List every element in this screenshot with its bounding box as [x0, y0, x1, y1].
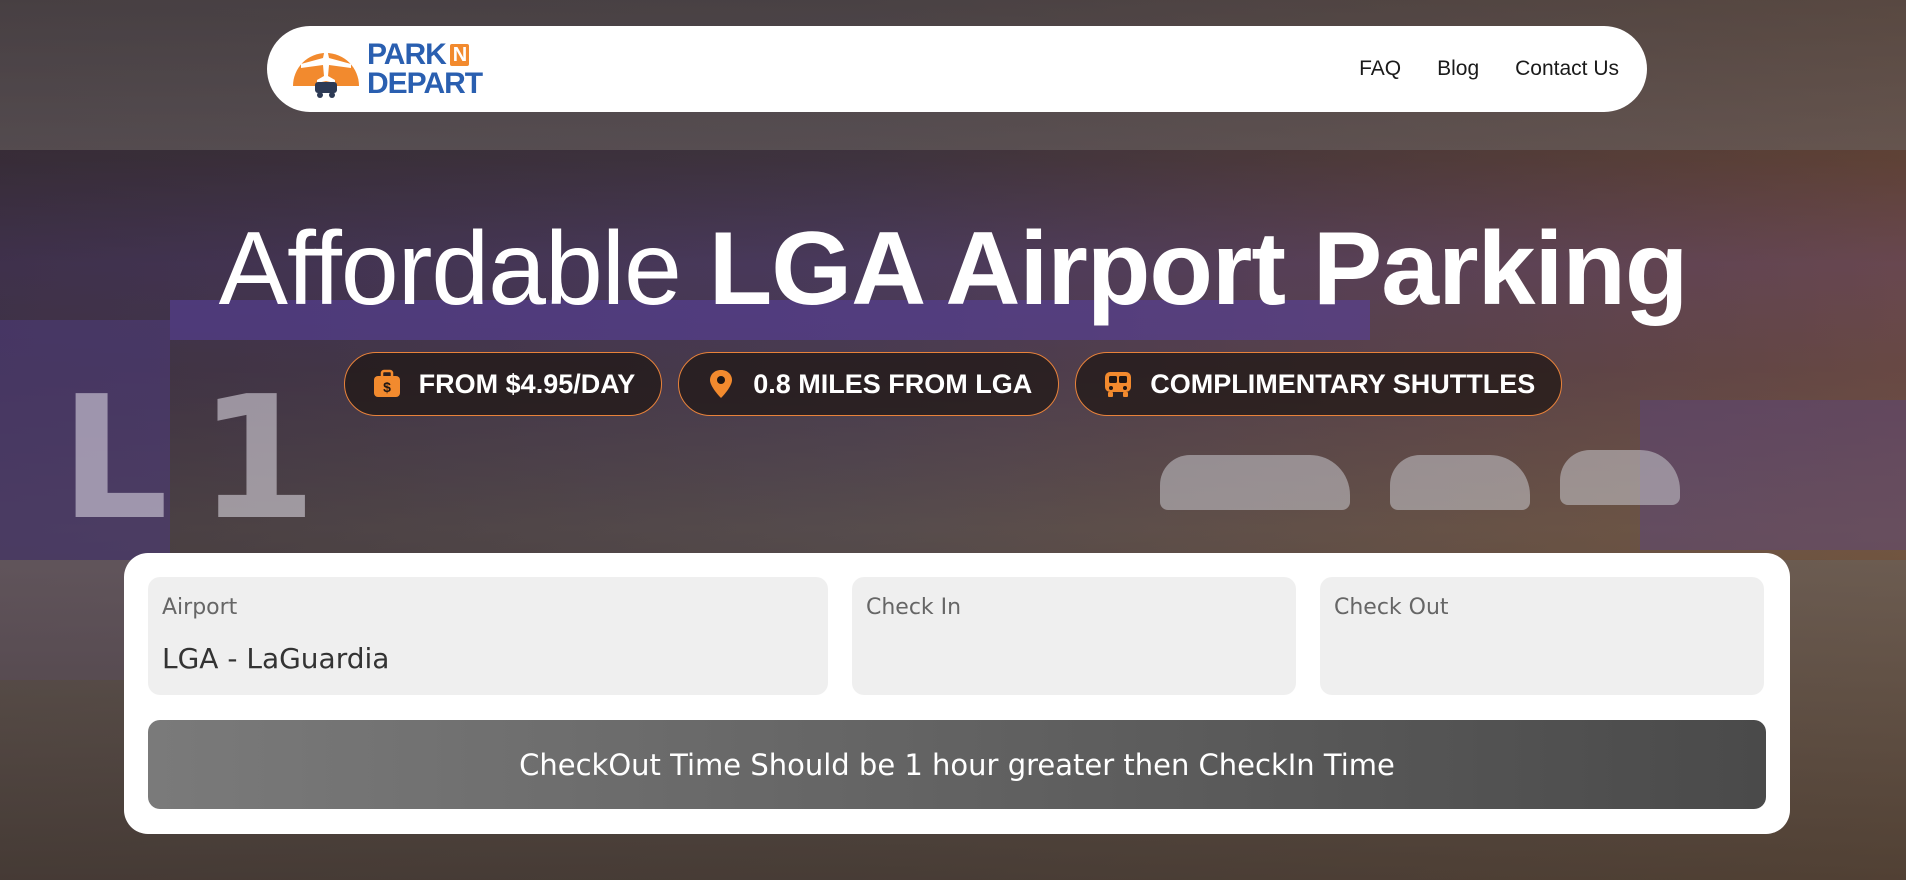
background-purple-wall-right — [1640, 400, 1906, 550]
feature-pills: $ FROM $4.95/DAY 0.8 MILES FROM LGA COMP… — [0, 352, 1906, 416]
feature-pill-distance: 0.8 MILES FROM LGA — [678, 352, 1060, 416]
checkout-warning-bar[interactable]: CheckOut Time Should be 1 hour greater t… — [148, 720, 1766, 809]
feature-pill-shuttle: COMPLIMENTARY SHUTTLES — [1075, 352, 1563, 416]
wallet-dollar-icon: $ — [373, 369, 400, 397]
logo[interactable]: PARK N DEPART — [291, 38, 483, 100]
feature-pill-distance-text: 0.8 MILES FROM LGA — [753, 368, 1033, 399]
feature-pill-price: $ FROM $4.95/DAY — [343, 352, 663, 416]
nav-link-contact-us[interactable]: Contact Us — [1515, 57, 1619, 81]
nav-links: FAQ Blog Contact Us — [1359, 57, 1623, 81]
shuttle-bus-icon — [1105, 372, 1132, 397]
location-pin-icon — [710, 370, 733, 398]
nav-link-faq[interactable]: FAQ — [1359, 57, 1401, 81]
check-in-field[interactable]: Check In — [852, 577, 1296, 695]
navbar: PARK N DEPART FAQ Blog Contact Us — [267, 26, 1647, 112]
hero-title: Affordable LGA Airport Parking — [0, 210, 1906, 329]
hero-title-light: Affordable — [218, 211, 682, 327]
feature-pill-price-text: FROM $4.95/DAY — [418, 368, 636, 399]
logo-text-park: PARK — [367, 38, 447, 71]
airport-label: Airport — [162, 595, 238, 620]
svg-text:$: $ — [383, 379, 391, 395]
check-in-label: Check In — [866, 595, 962, 620]
booking-fields: Airport LGA - LaGuardia Check In Check O… — [148, 577, 1766, 695]
airplane-car-logo-icon — [293, 44, 359, 98]
feature-pill-shuttle-text: COMPLIMENTARY SHUTTLES — [1150, 368, 1536, 399]
check-out-label: Check Out — [1334, 595, 1449, 620]
check-out-field[interactable]: Check Out — [1320, 577, 1764, 695]
logo-text-depart: DEPART — [367, 67, 483, 100]
airport-select[interactable]: Airport LGA - LaGuardia — [148, 577, 828, 695]
hero-title-bold: LGA Airport Parking — [708, 211, 1689, 327]
logo-text-n: N — [449, 43, 470, 66]
background-car — [1560, 450, 1680, 505]
background-car — [1160, 455, 1350, 510]
page: L1 PARK N DEPART FAQ Blog Contact Us Aff… — [0, 0, 1906, 880]
airport-value: LGA - LaGuardia — [162, 642, 390, 675]
checkout-warning-text: CheckOut Time Should be 1 hour greater t… — [519, 747, 1395, 782]
background-car — [1390, 455, 1530, 510]
booking-card: Airport LGA - LaGuardia Check In Check O… — [124, 553, 1790, 834]
nav-link-blog[interactable]: Blog — [1437, 57, 1479, 81]
